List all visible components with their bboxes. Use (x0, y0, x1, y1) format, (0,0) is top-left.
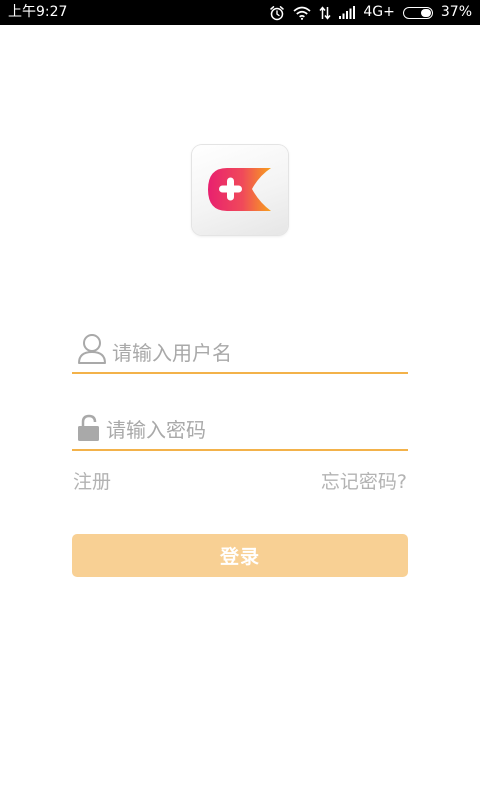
username-field (72, 332, 408, 374)
forgot-password-link[interactable]: 忘记密码? (321, 470, 407, 494)
status-bar: 上午9:27 4G+ 37% (0, 0, 480, 25)
network-type: 4G+ (363, 4, 395, 20)
app-logo-icon (208, 168, 271, 211)
alarm-icon (269, 5, 285, 21)
user-icon (77, 333, 107, 369)
signal-icon (339, 6, 356, 19)
app-logo (192, 145, 288, 235)
login-button[interactable]: 登录 (72, 534, 408, 577)
status-icons: 4G+ 37% (269, 3, 472, 22)
username-input[interactable] (112, 338, 402, 368)
login-screen: 上午9:27 4G+ 37% 请输入用户名 注册 忘记密码? 登录 (0, 0, 480, 800)
data-arrows-icon (319, 5, 331, 20)
status-time: 上午9:27 (8, 4, 68, 20)
wifi-icon (293, 6, 311, 20)
battery-icon (402, 6, 433, 19)
battery-level (420, 8, 431, 17)
battery-percent: 37% (440, 4, 472, 20)
password-field (72, 409, 408, 451)
register-link[interactable]: 注册 (73, 470, 111, 494)
password-input[interactable] (106, 415, 402, 445)
lock-icon (77, 414, 101, 446)
